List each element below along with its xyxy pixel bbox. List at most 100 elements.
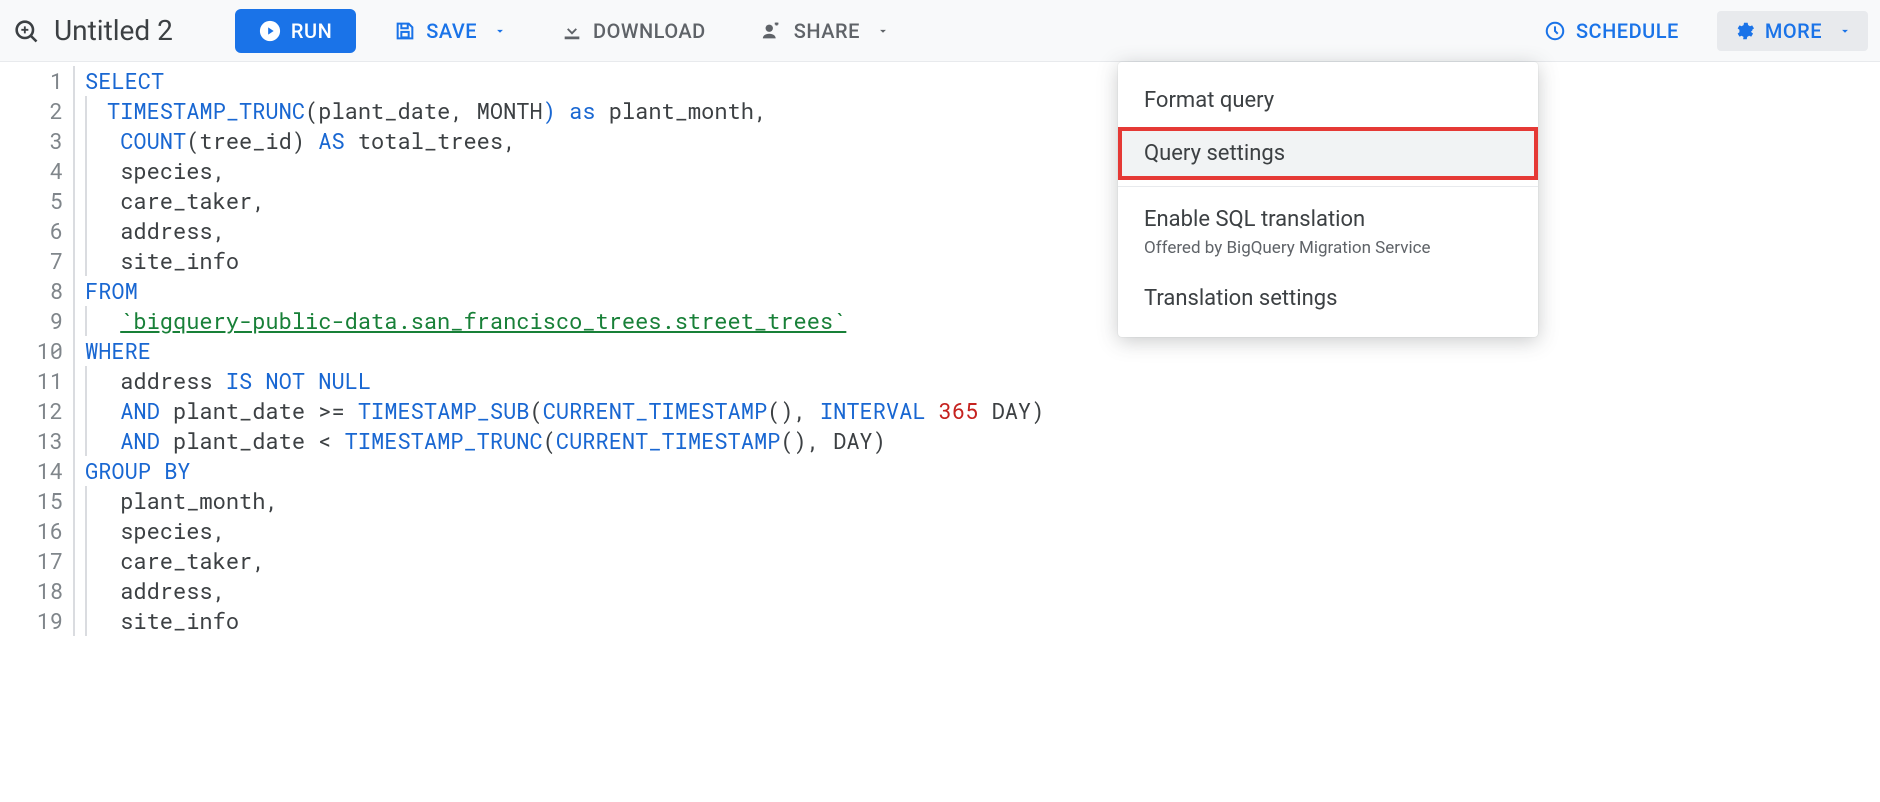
line-number: 15 (0, 486, 63, 516)
menu-format-query[interactable]: Format query (1118, 74, 1538, 127)
code-line[interactable]: WHERE (85, 336, 1044, 366)
code-line[interactable]: species, (85, 156, 1044, 186)
save-button[interactable]: SAVE (378, 11, 523, 51)
indent-guide (85, 516, 87, 546)
menu-label: Enable SQL translation (1144, 207, 1365, 232)
code-token: ) (873, 426, 886, 455)
download-button[interactable]: DOWNLOAD (545, 11, 722, 51)
download-icon (561, 20, 583, 42)
code-token: TIMESTAMP_SUB (358, 396, 530, 425)
code-token: WHERE (85, 336, 151, 365)
indent-guide (85, 306, 87, 336)
code-token: as (569, 96, 595, 125)
code-line[interactable]: care_taker, (85, 546, 1044, 576)
line-number: 19 (0, 606, 63, 636)
code-line[interactable]: address, (85, 216, 1044, 246)
more-button[interactable]: MORE (1717, 11, 1868, 51)
code-token (107, 126, 120, 155)
menu-sublabel: Offered by BigQuery Migration Service (1144, 238, 1512, 258)
code-token: ( (543, 426, 556, 455)
indent-guide (85, 396, 87, 426)
share-icon (760, 20, 784, 42)
more-label: MORE (1765, 19, 1822, 43)
code-token: SELECT (85, 66, 164, 95)
code-token: GROUP BY (85, 456, 191, 485)
code-line[interactable]: `bigquery-public-data.san_francisco_tree… (85, 306, 1044, 336)
code-token: ) (1031, 396, 1044, 425)
save-icon (394, 20, 416, 42)
code-token: tree_id (199, 126, 291, 155)
menu-translation-settings[interactable]: Translation settings (1118, 272, 1538, 325)
code-token: AND (120, 426, 160, 455)
code-body[interactable]: SELECTTIMESTAMP_TRUNC(plant_date, MONTH)… (75, 66, 1044, 636)
code-line[interactable]: species, (85, 516, 1044, 546)
code-token: (), (767, 396, 807, 425)
line-number: 4 (0, 156, 63, 186)
run-button[interactable]: RUN (235, 9, 356, 53)
line-number: 17 (0, 546, 63, 576)
schedule-button[interactable]: SCHEDULE (1528, 11, 1695, 51)
code-token: ) (292, 126, 305, 155)
indent-guide (85, 576, 87, 606)
tab-title-wrap: Untitled 2 (12, 14, 173, 47)
line-number: 16 (0, 516, 63, 546)
save-label: SAVE (426, 19, 477, 43)
code-token (107, 306, 120, 335)
code-token: TIMESTAMP_TRUNC (107, 96, 305, 125)
indent-guide (85, 216, 87, 246)
code-line[interactable]: AND plant_date >= TIMESTAMP_SUB(CURRENT_… (85, 396, 1044, 426)
download-label: DOWNLOAD (593, 19, 706, 43)
run-label: RUN (291, 19, 332, 43)
indent-guide (85, 546, 87, 576)
code-token: site_info (107, 246, 239, 275)
code-line[interactable]: COUNT(tree_id) AS total_trees, (85, 126, 1044, 156)
code-token: address, (107, 576, 226, 605)
more-menu: Format query Query settings Enable SQL t… (1118, 62, 1538, 337)
code-token: 365 (939, 396, 979, 425)
line-number: 8 (0, 276, 63, 306)
code-token: INTERVAL (820, 396, 926, 425)
tab-title[interactable]: Untitled 2 (54, 14, 173, 47)
share-button[interactable]: SHARE (744, 11, 906, 51)
code-token: MONTH (463, 96, 542, 125)
line-number: 10 (0, 336, 63, 366)
indent-guide (85, 486, 87, 516)
menu-label: Format query (1144, 88, 1274, 113)
code-token: ( (305, 96, 318, 125)
line-number: 2 (0, 96, 63, 126)
code-token: AND (120, 396, 160, 425)
query-tab-icon (12, 17, 40, 45)
code-token: species, (107, 516, 226, 545)
code-token: care_taker, (107, 546, 265, 575)
code-token: ) (543, 96, 556, 125)
code-line[interactable]: TIMESTAMP_TRUNC(plant_date, MONTH) as pl… (85, 96, 1044, 126)
line-number: 18 (0, 576, 63, 606)
sql-editor[interactable]: 12345678910111213141516171819 SELECTTIME… (0, 62, 1880, 636)
code-token: TIMESTAMP_TRUNC (345, 426, 543, 455)
code-token (305, 126, 318, 155)
code-token: COUNT (120, 126, 186, 155)
code-line[interactable]: address IS NOT NULL (85, 366, 1044, 396)
chevron-down-icon (876, 24, 890, 38)
code-line[interactable]: plant_month, (85, 486, 1044, 516)
code-line[interactable]: AND plant_date < TIMESTAMP_TRUNC(CURRENT… (85, 426, 1044, 456)
editor-toolbar: Untitled 2 RUN SAVE DOWNLOAD SHARE (0, 0, 1880, 62)
code-token: address, (107, 216, 226, 245)
line-number: 11 (0, 366, 63, 396)
code-line[interactable]: FROM (85, 276, 1044, 306)
menu-query-settings[interactable]: Query settings (1118, 127, 1538, 180)
code-line[interactable]: care_taker, (85, 186, 1044, 216)
code-token: ( (530, 396, 543, 425)
code-line[interactable]: GROUP BY (85, 456, 1044, 486)
code-line[interactable]: address, (85, 576, 1044, 606)
indent-guide (85, 126, 87, 156)
chevron-down-icon (493, 24, 507, 38)
code-line[interactable]: site_info (85, 606, 1044, 636)
code-line[interactable]: site_info (85, 246, 1044, 276)
code-line[interactable]: SELECT (85, 66, 1044, 96)
indent-guide (85, 96, 87, 126)
code-token: plant_month, (596, 96, 768, 125)
code-token: IS NOT NULL (226, 366, 371, 395)
menu-enable-sql-translation[interactable]: Enable SQL translation Offered by BigQue… (1118, 193, 1538, 272)
line-number: 3 (0, 126, 63, 156)
